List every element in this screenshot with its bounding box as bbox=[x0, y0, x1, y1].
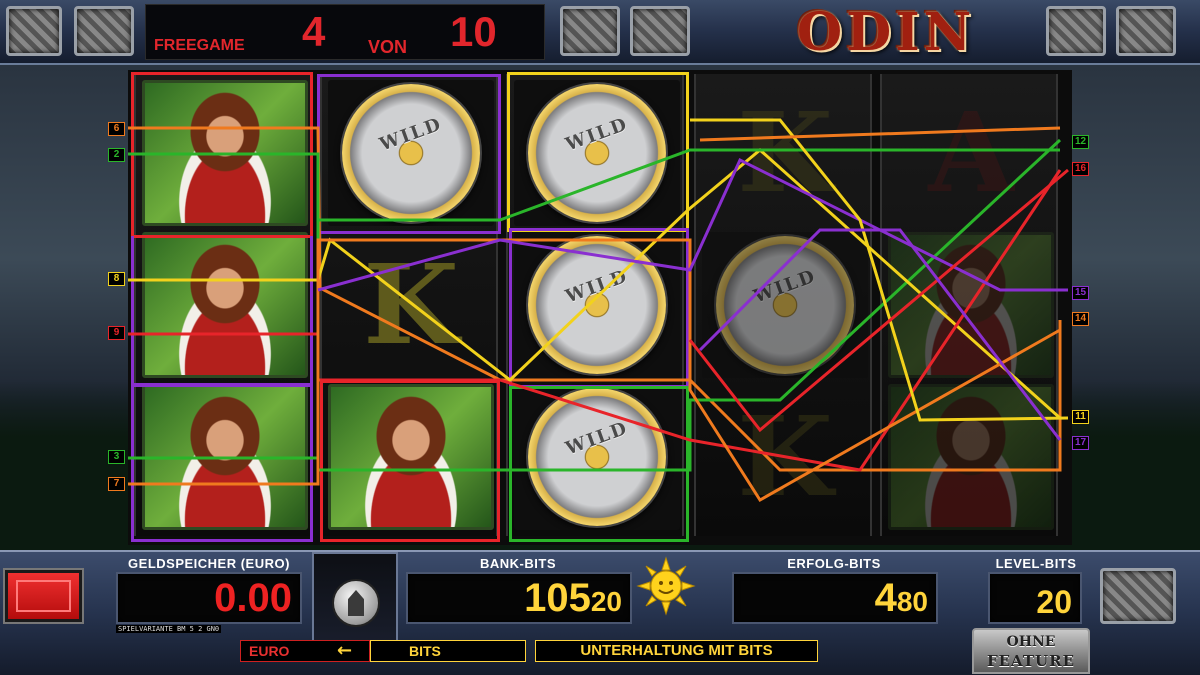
von-label: VON bbox=[368, 37, 408, 57]
bank-bits-value: 10520 bbox=[524, 576, 622, 620]
left-line-tag-6: 6 bbox=[108, 122, 125, 136]
symbol-wild-shield: WILD bbox=[514, 384, 680, 530]
erfolg-bits-label: ERFOLG-BITS bbox=[787, 556, 881, 571]
conv-bits-label: BITS bbox=[409, 643, 441, 659]
geldspeicher-value: 0.00 bbox=[214, 576, 292, 620]
right-line-tag-11: 11 bbox=[1072, 410, 1089, 424]
slogan-text: UNTERHALTUNG MIT BITS bbox=[535, 640, 818, 662]
celtic-knot-ornament bbox=[6, 6, 62, 56]
celtic-knot-ornament bbox=[1100, 568, 1176, 624]
right-line-tag-15: 15 bbox=[1072, 286, 1089, 300]
right-line-tag-17: 17 bbox=[1072, 436, 1089, 450]
right-line-tag-14: 14 bbox=[1072, 312, 1089, 326]
freegame-counter: FREEGAME 4 VON 10 bbox=[145, 4, 545, 60]
reel-2: WILD K bbox=[320, 74, 498, 536]
symbol-k: K bbox=[702, 384, 868, 530]
celtic-knot-ornament bbox=[74, 6, 134, 56]
letter-a: A bbox=[928, 88, 1014, 217]
reel-1 bbox=[134, 74, 312, 536]
symbol-lady bbox=[328, 384, 494, 530]
top-bar: FREEGAME 4 VON 10 ODIN bbox=[0, 0, 1200, 65]
celtic-knot-ornament bbox=[1116, 6, 1176, 56]
spielvariante-text: SPIELVARIANTE BM 5 2 GN0 bbox=[116, 625, 222, 633]
bank-bits-display: 10520 bbox=[406, 572, 632, 624]
ohne-label: OHNE bbox=[1006, 634, 1056, 650]
left-line-tag-7: 7 bbox=[108, 477, 125, 491]
celtic-knot-ornament bbox=[1046, 6, 1106, 56]
level-bits-label: LEVEL-BITS bbox=[995, 556, 1077, 571]
odin-logo: ODIN bbox=[796, 2, 976, 63]
symbol-lady bbox=[142, 384, 308, 530]
freegame-total: 10 bbox=[450, 8, 497, 55]
right-line-tag-16: 16 bbox=[1072, 162, 1089, 176]
letter-k: K bbox=[363, 240, 459, 369]
left-line-tag-8: 8 bbox=[108, 272, 125, 286]
left-line-tag-2: 2 bbox=[108, 148, 125, 162]
gamble-arrow-icon bbox=[332, 579, 380, 627]
bits-conversion-bar: BITS bbox=[370, 640, 526, 662]
freegame-label: FREEGAME bbox=[154, 37, 245, 54]
left-line-tag-9: 9 bbox=[108, 326, 125, 340]
euro-conversion-bar[interactable]: EURO ← bbox=[240, 640, 370, 662]
celtic-knot-ornament bbox=[630, 6, 690, 56]
reel-4: K WILD K bbox=[694, 74, 872, 536]
symbol-lady bbox=[142, 80, 308, 226]
erfolg-bits-display: 480 bbox=[732, 572, 938, 624]
bank-bits-label: BANK-BITS bbox=[480, 556, 556, 571]
merkur-sun-logo-icon bbox=[636, 556, 696, 616]
letter-k: K bbox=[737, 392, 833, 521]
level-bits-value: 20 bbox=[1036, 584, 1072, 620]
left-line-tag-3: 3 bbox=[108, 450, 125, 464]
erfolg-bits-value: 480 bbox=[874, 576, 928, 620]
symbol-wild-shield: WILD bbox=[514, 232, 680, 378]
level-bits-display: 20 bbox=[988, 572, 1082, 624]
feature-label: FEATURE bbox=[986, 652, 1076, 670]
reel-area: WILD K WILD WILD WILD K WILD K A bbox=[128, 70, 1072, 545]
symbol-k: K bbox=[702, 80, 868, 226]
symbol-lady bbox=[142, 232, 308, 378]
symbol-k: K bbox=[328, 232, 494, 378]
symbol-a: A bbox=[888, 80, 1054, 226]
ohne-feature-button[interactable]: OHNE FEATURE bbox=[972, 628, 1090, 674]
geldspeicher-label: GELDSPEICHER (EURO) bbox=[128, 556, 290, 571]
letter-k: K bbox=[737, 88, 833, 217]
freegame-current: 4 bbox=[302, 8, 326, 55]
geldspeicher-display: 0.00 bbox=[116, 572, 302, 624]
left-arrow-icon: ← bbox=[337, 640, 353, 661]
reel-5: A bbox=[880, 74, 1058, 536]
symbol-wild-shield: WILD bbox=[328, 80, 494, 226]
right-line-tag-12: 12 bbox=[1072, 135, 1089, 149]
conv-euro-label: EURO bbox=[249, 643, 290, 659]
reel-3: WILD WILD WILD bbox=[506, 74, 684, 536]
symbol-lady bbox=[888, 232, 1054, 378]
celtic-knot-ornament bbox=[560, 6, 620, 56]
symbol-wild-shield: WILD bbox=[514, 80, 680, 226]
cashout-button[interactable] bbox=[3, 568, 84, 624]
symbol-lady bbox=[888, 384, 1054, 530]
symbol-wild-shield: WILD bbox=[702, 232, 868, 378]
